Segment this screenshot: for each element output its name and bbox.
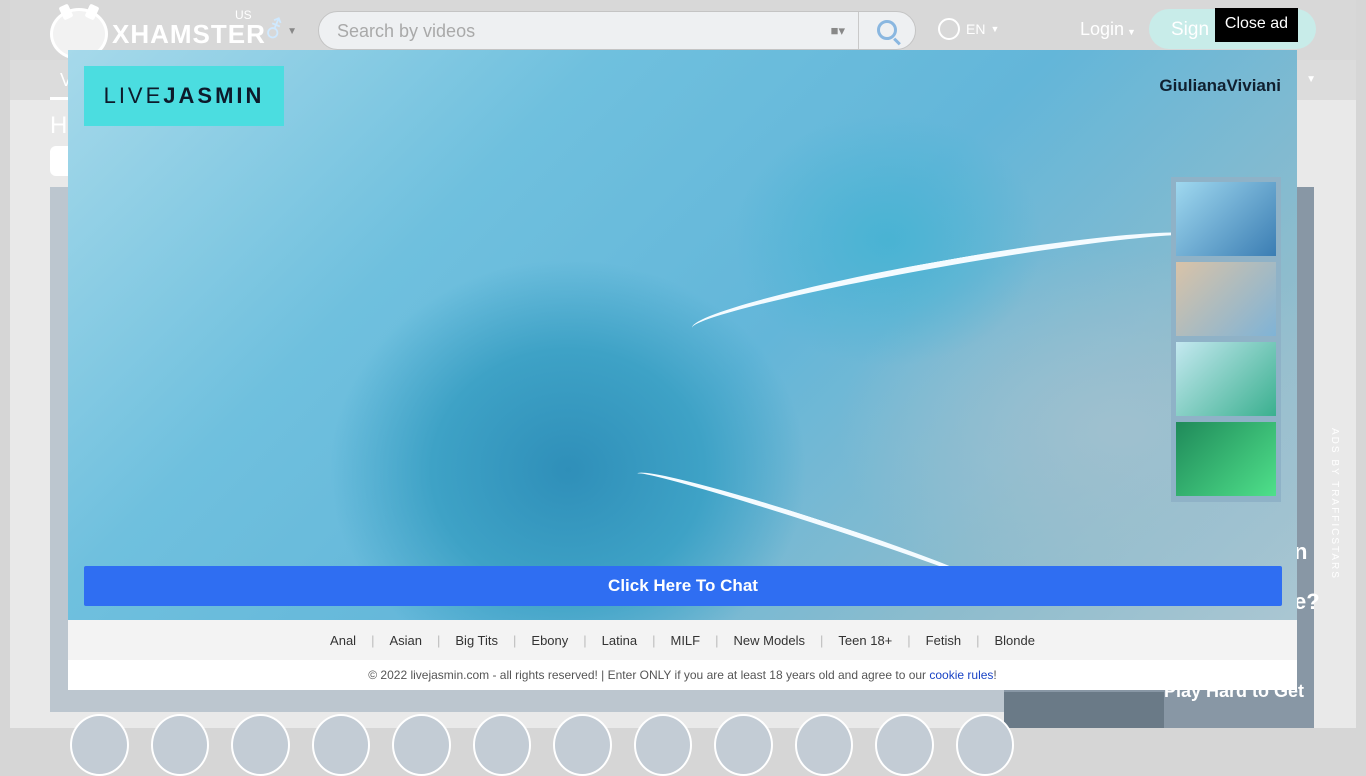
category-link[interactable]: Ebony xyxy=(516,633,583,648)
chevron-down-icon[interactable]: ▼ xyxy=(1306,74,1316,85)
avatar[interactable] xyxy=(955,714,1014,776)
ads-by-label: ADS BY TRAFFICSTARS xyxy=(1329,428,1340,580)
category-links: Anal | Asian | Big Tits | Ebony | Latina | MILF | Ne… xyxy=(68,620,1297,660)
side-ad-image xyxy=(1004,692,1164,728)
category-link[interactable]: Blonde xyxy=(979,633,1049,648)
chevron-down-icon: ▼ xyxy=(287,26,298,38)
avatar[interactable] xyxy=(633,714,692,776)
avatar[interactable] xyxy=(875,714,934,776)
avatar[interactable] xyxy=(392,714,451,776)
avatar[interactable] xyxy=(311,714,370,776)
logo-text-bold: JASMIN xyxy=(163,83,265,108)
side-ad-text: e? xyxy=(1294,589,1320,614)
category-link[interactable]: MILF xyxy=(655,633,715,648)
model-thumbnails xyxy=(1171,177,1281,502)
category-link[interactable]: Anal xyxy=(315,633,371,648)
globe-icon xyxy=(938,18,960,40)
avatar[interactable] xyxy=(794,714,853,776)
search-divider xyxy=(858,12,859,49)
model-name[interactable]: GiulianaViviani xyxy=(1159,76,1281,96)
avatar[interactable] xyxy=(472,714,531,776)
livejasmin-logo[interactable]: LIVE JASMIN xyxy=(84,66,284,126)
search-icon[interactable] xyxy=(877,20,897,40)
region-label: US xyxy=(235,8,252,22)
chevron-down-icon: ▼ xyxy=(990,24,1000,34)
category-link[interactable]: Big Tits xyxy=(440,633,513,648)
page-title: H xyxy=(50,112,68,139)
cookie-rules-link[interactable]: cookie rules xyxy=(929,668,993,682)
avatar-row xyxy=(60,714,1014,776)
footer-end: ! xyxy=(993,668,997,682)
model-thumbnail[interactable] xyxy=(1176,182,1276,256)
chat-button[interactable]: Click Here To Chat xyxy=(84,566,1282,606)
category-link[interactable]: Asian xyxy=(374,633,437,648)
ad-modal: LIVE JASMIN GiulianaViviani Click Here To… xyxy=(68,50,1297,690)
avatar[interactable] xyxy=(553,714,612,776)
avatar[interactable] xyxy=(70,714,129,776)
logo-text-light: LIVE xyxy=(103,83,164,108)
category-link[interactable]: New Models xyxy=(719,633,821,648)
gender-filter[interactable]: ⚦ ▼ xyxy=(264,16,297,45)
category-link[interactable]: Teen 18+ xyxy=(823,633,907,648)
login-label: Login xyxy=(1080,19,1125,39)
search-box[interactable]: Search by videos ■▾ xyxy=(318,11,916,50)
ad-hero-image[interactable]: LIVE JASMIN GiulianaViviani Click Here To… xyxy=(68,50,1297,620)
video-camera-icon[interactable]: ■▾ xyxy=(831,23,845,39)
language-selector[interactable]: EN ▼ xyxy=(938,18,999,40)
language-label: EN xyxy=(966,21,986,37)
model-thumbnail[interactable] xyxy=(1176,422,1276,496)
chevron-down-icon: ▼ xyxy=(1127,27,1136,37)
hero-decoration xyxy=(687,215,1209,351)
footer-text: © 2022 livejasmin.com - all rights reser… xyxy=(368,668,930,682)
model-thumbnail[interactable] xyxy=(1176,342,1276,416)
search-input[interactable]: Search by videos xyxy=(337,21,475,42)
category-link[interactable]: Latina xyxy=(587,633,652,648)
avatar[interactable] xyxy=(231,714,290,776)
signup-label: Sign xyxy=(1171,19,1210,40)
login-button[interactable]: Login ▼ xyxy=(1080,19,1136,40)
gender-icon: ⚦ xyxy=(264,17,285,44)
ad-footer: © 2022 livejasmin.com - all rights reser… xyxy=(68,660,1297,690)
avatar[interactable] xyxy=(150,714,209,776)
avatar[interactable] xyxy=(714,714,773,776)
category-link[interactable]: Fetish xyxy=(911,633,976,648)
logo-text: XHAMSTER xyxy=(112,18,266,49)
model-thumbnail[interactable] xyxy=(1176,262,1276,336)
close-ad-button[interactable]: Close ad xyxy=(1215,8,1298,42)
